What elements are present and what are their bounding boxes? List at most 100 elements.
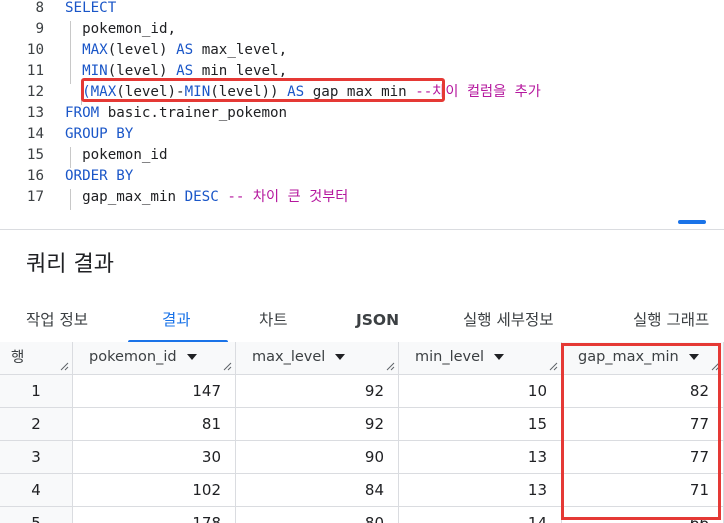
cell-pokemon-id[interactable]: 102 xyxy=(73,474,236,507)
code-line[interactable]: 14 GROUP BY xyxy=(0,124,724,145)
tab-execution-graph[interactable]: 실행 그래프 xyxy=(633,298,709,342)
code-text: pokemon_id xyxy=(65,145,168,166)
tab-execution-details[interactable]: 실행 세부정보 xyxy=(463,298,554,342)
sql-comment: -- 차이 큰 것부터 xyxy=(227,189,349,205)
code-text: ORDER BY xyxy=(65,166,133,187)
row-number: 1 xyxy=(0,375,73,408)
column-header-pokemon-id[interactable]: pokemon_id xyxy=(73,342,236,375)
sql-editor[interactable]: 8 SELECT 9 pokemon_id, 10 MAX(level) AS max… xyxy=(0,0,724,210)
tab-job-info[interactable]: 작업 정보 xyxy=(26,298,88,342)
line-number: 17 xyxy=(26,189,44,205)
row-number: 5 xyxy=(0,507,73,523)
sql-keyword: MIN xyxy=(82,63,108,79)
cell-pokemon-id[interactable]: 81 xyxy=(73,408,236,441)
column-header-label: min_level xyxy=(415,349,485,365)
cell-gap-max-min[interactable]: 71 xyxy=(562,474,724,507)
column-resize-icon[interactable] xyxy=(223,362,232,371)
sql-token: basic.trainer_pokemon xyxy=(99,105,288,121)
sql-keyword: DESC xyxy=(184,189,219,205)
sql-token: gap_max_min xyxy=(65,189,185,205)
column-header-gap-max-min[interactable]: gap_max_min xyxy=(562,342,724,375)
code-line[interactable]: 8 SELECT xyxy=(0,0,724,19)
sql-keyword: SELECT xyxy=(65,0,117,16)
column-resize-icon[interactable] xyxy=(60,362,69,371)
column-resize-icon[interactable] xyxy=(711,362,720,371)
sort-arrow-icon[interactable] xyxy=(335,354,346,360)
tab-chart[interactable]: 차트 xyxy=(259,298,288,342)
cell-gap-max-min[interactable]: 77 xyxy=(562,441,724,474)
row-number: 4 xyxy=(0,474,73,507)
cell-min-level[interactable]: 10 xyxy=(399,375,562,408)
sql-keyword: ORDER BY xyxy=(65,168,134,184)
row-number-header: 행 xyxy=(0,342,73,375)
cell-pokemon-id[interactable]: 30 xyxy=(73,441,236,474)
line-number: 12 xyxy=(26,84,44,100)
code-line[interactable]: 9 pokemon_id, xyxy=(0,19,724,40)
results-title: 쿼리 결과 xyxy=(26,252,114,277)
cell-max-level[interactable]: 92 xyxy=(236,375,399,408)
sql-token: (level) xyxy=(107,63,177,79)
cell-pokemon-id[interactable]: 147 xyxy=(73,375,236,408)
sql-token: pokemon_id, xyxy=(65,21,177,37)
line-number: 9 xyxy=(35,21,44,37)
column-resize-icon[interactable] xyxy=(386,362,395,371)
tab-json[interactable]: JSON xyxy=(356,298,399,342)
row-number: 2 xyxy=(0,408,73,441)
sql-keyword: AS xyxy=(176,42,194,58)
cell-gap-max-min[interactable]: 66 xyxy=(562,507,724,523)
results-table: 행 pokemon_id max_level min_level gap_max… xyxy=(0,342,724,523)
cell-min-level[interactable]: 13 xyxy=(399,441,562,474)
line-number: 11 xyxy=(26,63,44,79)
sort-arrow-icon[interactable] xyxy=(688,354,699,360)
sql-keyword: GROUP BY xyxy=(65,126,134,142)
cell-max-level[interactable]: 92 xyxy=(236,408,399,441)
sql-keyword: FROM xyxy=(65,105,100,121)
sql-token: max_level, xyxy=(193,42,288,58)
column-header-min-level[interactable]: min_level xyxy=(399,342,562,375)
column-header-label: pokemon_id xyxy=(89,349,177,365)
code-line[interactable]: 15 pokemon_id xyxy=(0,145,724,166)
code-line[interactable]: 13 FROM basic.trainer_pokemon xyxy=(0,103,724,124)
cell-min-level[interactable]: 15 xyxy=(399,408,562,441)
cell-gap-max-min[interactable]: 77 xyxy=(562,408,724,441)
tab-results[interactable]: 결과 xyxy=(162,298,191,342)
code-text: SELECT xyxy=(65,0,116,19)
code-line[interactable]: 16 ORDER BY xyxy=(0,166,724,187)
sql-token: pokemon_id xyxy=(65,147,168,163)
sort-arrow-icon[interactable] xyxy=(186,354,197,360)
line-number: 15 xyxy=(26,147,44,163)
cell-min-level[interactable]: 13 xyxy=(399,474,562,507)
column-header-max-level[interactable]: max_level xyxy=(236,342,399,375)
column-header-label: max_level xyxy=(252,349,326,365)
code-text: pokemon_id, xyxy=(65,19,176,40)
sort-arrow-icon[interactable] xyxy=(494,354,505,360)
cell-gap-max-min[interactable]: 82 xyxy=(562,375,724,408)
code-line[interactable]: 17 gap_max_min DESC -- 차이 큰 것부터 xyxy=(0,187,724,208)
code-line[interactable]: 10 MAX(level) AS max_level, xyxy=(0,40,724,61)
line-number: 16 xyxy=(26,168,44,184)
line-number: 13 xyxy=(26,105,44,121)
sql-keyword: MAX xyxy=(82,42,108,58)
code-text: gap_max_min DESC -- 차이 큰 것부터 xyxy=(65,187,348,208)
code-text: FROM basic.trainer_pokemon xyxy=(65,103,287,124)
cell-pokemon-id[interactable]: 178 xyxy=(73,507,236,523)
cell-max-level[interactable]: 84 xyxy=(236,474,399,507)
code-text: GROUP BY xyxy=(65,124,133,145)
results-tabs: 작업 정보 결과 차트 JSON 실행 세부정보 실행 그래프 xyxy=(0,298,724,343)
cell-max-level[interactable]: 80 xyxy=(236,507,399,523)
sql-token: (level) xyxy=(107,42,177,58)
cell-max-level[interactable]: 90 xyxy=(236,441,399,474)
sql-keyword: AS xyxy=(176,63,194,79)
editor-resize-handle[interactable] xyxy=(678,220,706,224)
column-resize-icon[interactable] xyxy=(549,362,558,371)
divider xyxy=(0,229,724,230)
row-number-header-label: 행 xyxy=(11,350,25,366)
line-number: 8 xyxy=(35,0,44,16)
line-number: 14 xyxy=(26,126,44,142)
cell-min-level[interactable]: 14 xyxy=(399,507,562,523)
sql-token: min_level, xyxy=(193,63,288,79)
highlight-box-gap-expression xyxy=(81,78,445,102)
